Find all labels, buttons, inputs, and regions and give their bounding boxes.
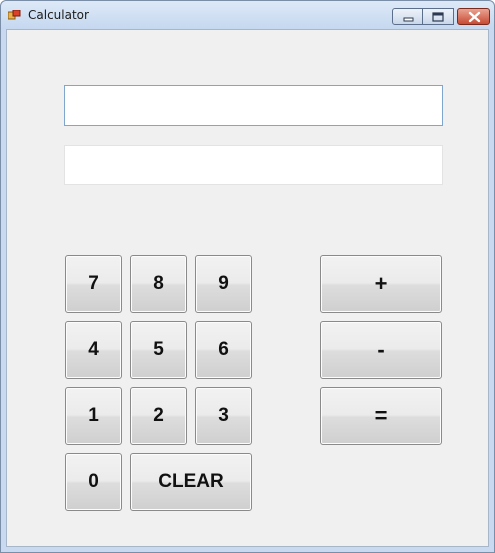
maximize-button[interactable] xyxy=(423,8,454,25)
plus-button[interactable]: + xyxy=(320,255,442,313)
digit-0-button[interactable]: 0 xyxy=(65,453,122,511)
close-icon xyxy=(468,11,481,23)
title-bar[interactable]: Calculator xyxy=(1,1,494,29)
clear-button[interactable]: CLEAR xyxy=(130,453,252,511)
minus-button[interactable]: - xyxy=(320,321,442,379)
digit-5-button[interactable]: 5 xyxy=(130,321,187,379)
maximize-icon xyxy=(432,12,444,22)
digit-3-button[interactable]: 3 xyxy=(195,387,252,445)
digit-6-button[interactable]: 6 xyxy=(195,321,252,379)
digit-9-button[interactable]: 9 xyxy=(195,255,252,313)
close-button[interactable] xyxy=(457,8,490,25)
window-title: Calculator xyxy=(28,8,89,22)
primary-display-field[interactable] xyxy=(64,85,443,126)
digit-7-button[interactable]: 7 xyxy=(65,255,122,313)
digit-2-button[interactable]: 2 xyxy=(130,387,187,445)
digit-1-button[interactable]: 1 xyxy=(65,387,122,445)
secondary-display-field[interactable] xyxy=(64,145,443,185)
digit-4-button[interactable]: 4 xyxy=(65,321,122,379)
minimize-button[interactable] xyxy=(392,8,423,25)
equals-button[interactable]: = xyxy=(320,387,442,445)
minimize-icon xyxy=(403,17,414,22)
digit-8-button[interactable]: 8 xyxy=(130,255,187,313)
calculator-app-icon xyxy=(8,10,21,20)
